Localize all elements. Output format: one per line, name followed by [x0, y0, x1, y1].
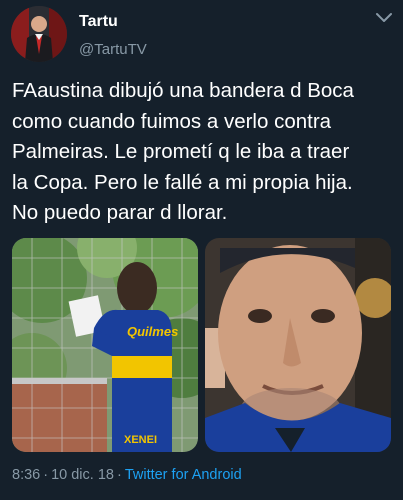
svg-text:Quilmes: Quilmes [127, 324, 178, 339]
photo-man-image [205, 238, 391, 452]
display-name[interactable]: Tartu [79, 12, 147, 31]
avatar[interactable] [11, 6, 67, 62]
source-app-link[interactable]: Twitter for Android [125, 467, 242, 483]
svg-text:XENEI: XENEI [124, 434, 157, 446]
avatar-image [11, 6, 67, 62]
tweet-card: Tartu @TartuTV FAaustina dibujó una band… [0, 0, 403, 500]
author-block[interactable]: Tartu @TartuTV [79, 12, 147, 58]
meta-separator-2: · [116, 467, 122, 483]
tweet-meta: 8:36 · 10 dic. 18 · Twitter for Android [12, 467, 242, 483]
handle[interactable]: @TartuTV [79, 41, 147, 58]
tweet-text: FAaustina dibujó una bandera d Boca como… [12, 79, 354, 224]
photo-girl-image: Quilmes XENEI [12, 238, 198, 452]
photo-girl-with-flag[interactable]: Quilmes XENEI [12, 238, 198, 452]
photo-man-selfie[interactable] [205, 238, 391, 452]
tweet-time[interactable]: 8:36 [12, 467, 40, 483]
tweet-date[interactable]: 10 dic. 18 [51, 467, 114, 483]
chevron-down-icon[interactable] [375, 12, 393, 24]
meta-separator: · [43, 467, 49, 483]
